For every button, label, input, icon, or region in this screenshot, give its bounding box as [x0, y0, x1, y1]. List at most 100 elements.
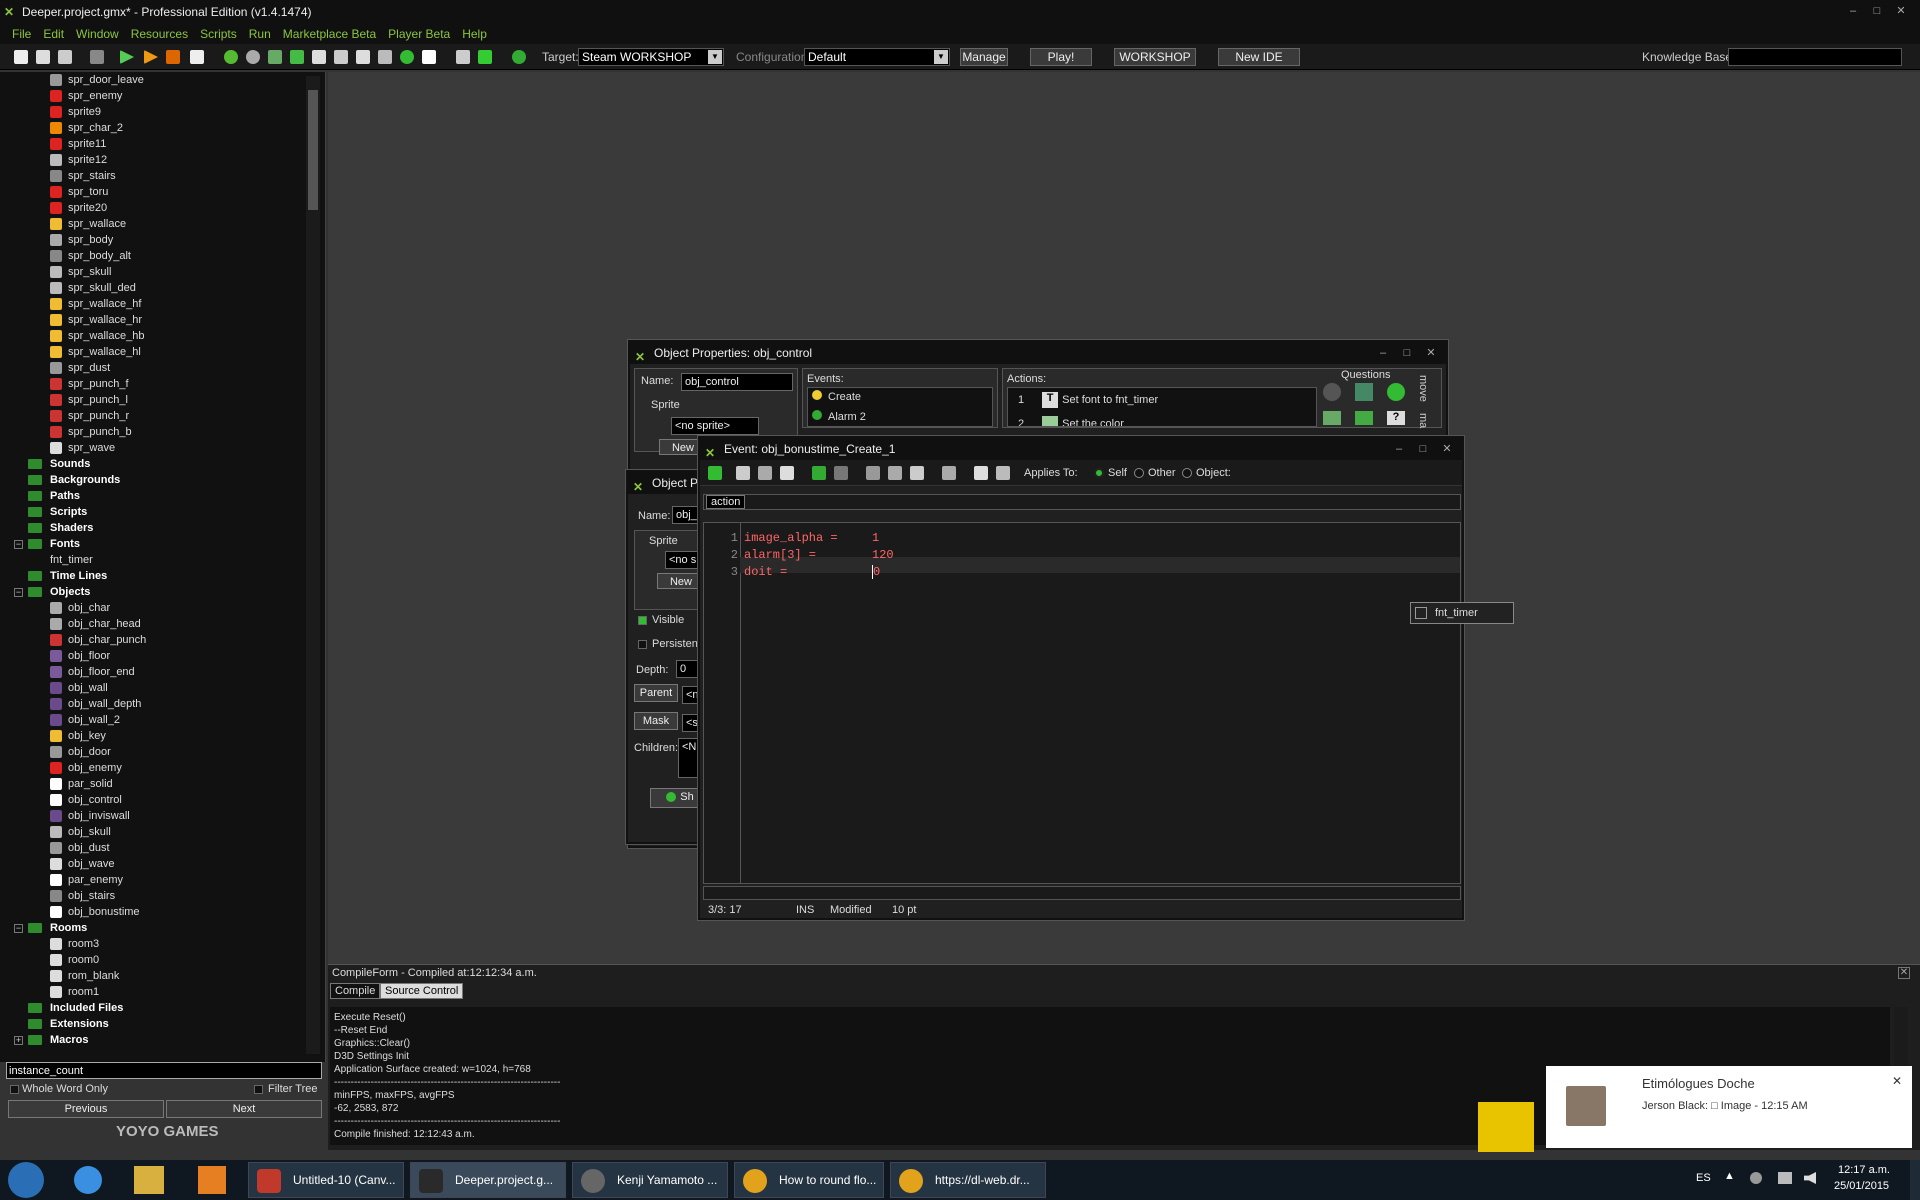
workshop-button[interactable]: WORKSHOP	[1114, 48, 1196, 66]
tree-object-item[interactable]: obj_enemy	[50, 760, 122, 776]
minimize-icon[interactable]: –	[1390, 442, 1408, 456]
tree-sprite-item[interactable]: spr_punch_f	[50, 376, 129, 392]
persistent-checkbox[interactable]	[638, 640, 647, 649]
tree-object-item[interactable]: obj_wall_depth	[50, 696, 141, 712]
tree-room-item[interactable]: room1	[50, 984, 99, 1000]
close-icon[interactable]: ✕	[1898, 967, 1910, 979]
tree-sprite-item[interactable]: spr_wave	[50, 440, 115, 456]
tree-sprite-item[interactable]: sprite9	[50, 104, 101, 120]
new-file-icon[interactable]	[14, 50, 28, 64]
menu-help[interactable]: Help	[462, 27, 487, 41]
action-item[interactable]: 2 Set the color	[1018, 416, 1308, 426]
media-icon[interactable]	[198, 1166, 226, 1194]
menu-marketplace[interactable]: Marketplace Beta	[283, 27, 376, 41]
tree-sprite-item[interactable]: spr_wallace_hf	[50, 296, 141, 312]
tab-action[interactable]: action	[706, 495, 746, 509]
menu-scripts[interactable]: Scripts	[200, 27, 237, 41]
run-icon[interactable]	[120, 50, 134, 64]
menu-run[interactable]: Run	[249, 27, 271, 41]
parent-button[interactable]: Parent	[634, 684, 678, 702]
tree-sprite-item[interactable]: spr_wallace	[50, 216, 126, 232]
tree-sprite-item[interactable]: spr_skull_ded	[50, 280, 136, 296]
path-icon[interactable]	[290, 50, 304, 64]
tree-sprite-item[interactable]: spr_enemy	[50, 88, 122, 104]
checkmark-icon[interactable]	[708, 466, 722, 480]
question-icon[interactable]	[1323, 383, 1341, 401]
tree-folder[interactable]: Included Files	[28, 1000, 123, 1016]
event-alarm-2[interactable]: Alarm 2	[812, 410, 866, 423]
timeline-icon[interactable]	[378, 50, 392, 64]
tree-folder-objects[interactable]: Objects	[28, 584, 90, 600]
tree-object-item[interactable]: obj_char	[50, 600, 110, 616]
tree-object-item[interactable]: obj_floor_end	[50, 664, 135, 680]
tree-object-item[interactable]: obj_char_head	[50, 616, 141, 632]
next-button[interactable]: Next	[166, 1100, 322, 1118]
paste-icon[interactable]	[910, 466, 924, 480]
show-desktop-button[interactable]	[1910, 1160, 1920, 1200]
room-icon[interactable]	[422, 50, 436, 64]
collapse-icon[interactable]: −	[14, 588, 23, 597]
debug-icon[interactable]	[144, 50, 158, 64]
tree-folder-timelines[interactable]: Time Lines	[28, 568, 107, 584]
event-window-titlebar[interactable]: ✕ Event: obj_bonustime_Create_1 – □ ✕	[700, 438, 1462, 460]
taskbar-item[interactable]: How to round flo...	[734, 1162, 884, 1198]
close-icon[interactable]: ✕	[1438, 442, 1456, 456]
tree-object-item[interactable]: obj_dust	[50, 840, 110, 856]
copy-icon[interactable]	[888, 466, 902, 480]
tree-folder[interactable]: Macros	[28, 1032, 89, 1048]
menu-window[interactable]: Window	[76, 27, 119, 41]
tree-folder-rooms[interactable]: Rooms	[28, 920, 87, 936]
event-create[interactable]: Create	[812, 390, 861, 403]
tree-sprite-item[interactable]: spr_toru	[50, 184, 108, 200]
question-icon[interactable]	[1323, 411, 1341, 425]
object-icon[interactable]	[400, 50, 414, 64]
manage-button[interactable]: Manage	[960, 48, 1008, 66]
filter-tree-checkbox[interactable]	[254, 1085, 263, 1094]
clock-time[interactable]: 12:17 a.m.	[1838, 1164, 1890, 1176]
help-question-icon[interactable]: ?	[1387, 411, 1405, 425]
language-indicator[interactable]: ES	[1696, 1172, 1711, 1184]
collapse-icon[interactable]: −	[14, 924, 23, 933]
script-icon[interactable]	[312, 50, 326, 64]
volume-icon[interactable]	[1804, 1172, 1816, 1184]
help-icon[interactable]	[512, 50, 526, 64]
maximize-icon[interactable]: □	[1868, 4, 1886, 18]
tab-source-control[interactable]: Source Control	[380, 983, 464, 999]
tree-sprite-item[interactable]: spr_stairs	[50, 168, 116, 184]
question-icon[interactable]	[1387, 383, 1405, 401]
tab-move[interactable]: move	[1417, 375, 1429, 402]
taskbar-item[interactable]: Untitled-10 (Canv...	[248, 1162, 404, 1198]
tree-object-item[interactable]: obj_door	[50, 744, 111, 760]
sprite-select[interactable]: <no sprite>	[671, 417, 759, 435]
tree-sprite-item[interactable]: spr_wallace_hl	[50, 344, 141, 360]
folder-icon[interactable]	[134, 1166, 164, 1194]
taskbar-item[interactable]: Kenji Yamamoto ...	[572, 1162, 728, 1198]
sprite-icon[interactable]	[224, 50, 238, 64]
close-icon[interactable]: ✕	[1892, 4, 1910, 18]
grid-icon[interactable]	[974, 466, 988, 480]
menu-player[interactable]: Player Beta	[388, 27, 450, 41]
tree-sprite-item[interactable]: spr_char_2	[50, 120, 123, 136]
tree-sprite-item[interactable]: spr_punch_b	[50, 424, 132, 440]
network-icon[interactable]	[1778, 1172, 1792, 1184]
maximize-icon[interactable]: □	[1398, 346, 1416, 360]
tree-sprite-item[interactable]: spr_body_alt	[50, 248, 131, 264]
tree-object-item[interactable]: obj_skull	[50, 824, 111, 840]
tree-object-item[interactable]: obj_wall	[50, 680, 108, 696]
tray-arrow-icon[interactable]: ▲	[1724, 1170, 1735, 1182]
close-icon[interactable]: ✕	[1892, 1074, 1902, 1088]
cut-icon[interactable]	[866, 466, 880, 480]
taskbar-item[interactable]: https://dl-web.dr...	[890, 1162, 1046, 1198]
tree-object-item[interactable]: obj_inviswall	[50, 808, 130, 824]
background-icon[interactable]	[268, 50, 282, 64]
save-icon[interactable]	[758, 466, 772, 480]
tree-room-item[interactable]: room3	[50, 936, 99, 952]
settings-icon[interactable]	[456, 50, 470, 64]
minimize-icon[interactable]: –	[1374, 346, 1392, 360]
ie-icon[interactable]	[74, 1166, 102, 1194]
close-icon[interactable]: ✕	[1422, 346, 1440, 360]
redo-icon[interactable]	[834, 466, 848, 480]
action-item[interactable]: 1 T Set font to fnt_timer	[1018, 392, 1308, 408]
notification-icon[interactable]	[1750, 1172, 1762, 1184]
object-window-2-titlebar[interactable]: ✕ Object P	[628, 472, 704, 494]
